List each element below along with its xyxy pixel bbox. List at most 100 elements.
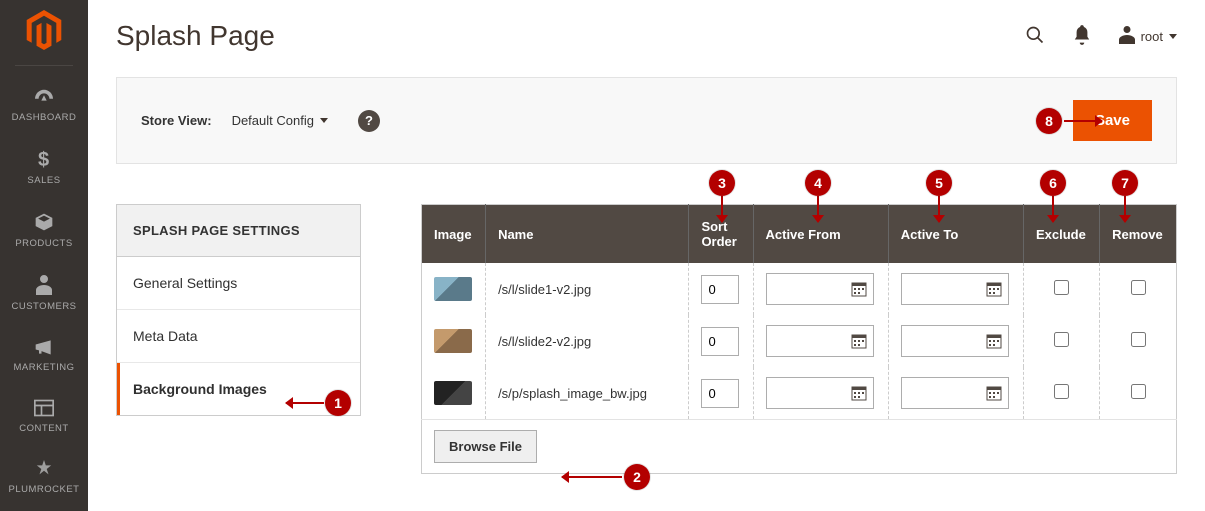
user-menu[interactable]: root [1119,26,1177,47]
image-thumbnail [434,277,472,301]
cell-name: /s/l/slide1-v2.jpg [486,263,689,315]
settings-panel-title: SPLASH PAGE SETTINGS [117,205,360,257]
caret-down-icon [1169,34,1177,39]
table-row: /s/p/splash_image_bw.jpg [422,367,1177,420]
th-from: Active From [753,205,888,264]
sidebar-label: DASHBOARD [12,112,77,123]
exclude-checkbox[interactable] [1054,280,1069,295]
sidebar-item-dashboard[interactable]: DASHBOARD [0,76,88,137]
sidebar-item-marketing[interactable]: MARKETING [0,326,88,387]
magento-logo-icon [24,10,64,50]
calendar-icon[interactable] [851,333,867,349]
active-from-input[interactable] [766,273,874,305]
annotation-5: 5 [926,170,952,196]
annotation-arrow-2 [562,476,622,478]
th-image: Image [422,205,486,264]
table-row: /s/l/slide2-v2.jpg [422,315,1177,367]
sidebar-item-plumrocket[interactable]: PLUMROCKET [0,448,88,509]
th-exclude: Exclude [1024,205,1100,264]
store-view-dropdown[interactable]: Default Config [232,113,328,128]
active-from-input[interactable] [766,325,874,357]
annotation-4: 4 [805,170,831,196]
annotation-arrow-4 [817,196,819,222]
main-content: Splash Page root Store View: Default Con… [88,0,1205,474]
dollar-icon: $ [0,149,88,169]
calendar-icon[interactable] [851,281,867,297]
annotation-7: 7 [1112,170,1138,196]
sidebar-label: PRODUCTS [15,238,72,249]
sidebar-label: MARKETING [14,362,75,373]
dashboard-icon [0,88,88,106]
help-icon[interactable]: ? [358,110,380,132]
store-view-label: Store View: [141,113,212,128]
remove-checkbox[interactable] [1131,384,1146,399]
th-name: Name [486,205,689,264]
box-icon [0,212,88,232]
sidebar-item-products[interactable]: PRODUCTS [0,200,88,263]
annotation-1: 1 [325,390,351,416]
calendar-icon[interactable] [986,281,1002,297]
image-thumbnail [434,381,472,405]
sidebar-label: PLUMROCKET [9,484,80,495]
annotation-3: 3 [709,170,735,196]
exclude-checkbox[interactable] [1054,384,1069,399]
search-icon[interactable] [1025,25,1045,48]
active-to-input[interactable] [901,325,1009,357]
calendar-icon[interactable] [986,385,1002,401]
admin-sidebar: DASHBOARD $ SALES PRODUCTS CUSTOMERS MAR… [0,0,88,511]
annotation-arrow-3 [721,196,723,222]
image-thumbnail [434,329,472,353]
user-name: root [1141,29,1163,44]
sort-order-input[interactable] [701,327,739,356]
images-table-area: Image Name Sort Order Active From Active… [421,204,1177,474]
active-to-input[interactable] [901,377,1009,409]
annotation-arrow-6 [1052,196,1054,222]
sidebar-item-sales[interactable]: $ SALES [0,137,88,200]
bell-icon[interactable] [1073,25,1091,48]
page-title: Splash Page [116,20,275,52]
th-to: Active To [888,205,1023,264]
sidebar-label: CONTENT [19,423,68,434]
remove-checkbox[interactable] [1131,332,1146,347]
megaphone-icon [0,338,88,356]
annotation-arrow-1 [286,402,324,404]
cell-name: /s/l/slide2-v2.jpg [486,315,689,367]
user-icon [1119,26,1135,47]
sidebar-item-content[interactable]: CONTENT [0,387,88,448]
sort-order-input[interactable] [701,379,739,408]
annotation-arrow-8 [1064,120,1102,122]
toolbar: Store View: Default Config ? Save [116,77,1177,164]
layout-icon [0,399,88,417]
annotation-arrow-5 [938,196,940,222]
remove-checkbox[interactable] [1131,280,1146,295]
page-header: Splash Page root [116,20,1177,52]
settings-item-background[interactable]: Background Images [117,363,360,415]
active-from-input[interactable] [766,377,874,409]
annotation-arrow-7 [1124,196,1126,222]
table-row: /s/l/slide1-v2.jpg [422,263,1177,315]
sidebar-label: CUSTOMERS [11,301,76,312]
settings-item-general[interactable]: General Settings [117,257,360,310]
browse-file-button[interactable]: Browse File [434,430,537,463]
sidebar-label: SALES [27,175,60,186]
caret-down-icon [320,118,328,123]
settings-panel: SPLASH PAGE SETTINGS General Settings Me… [116,204,361,416]
sidebar-item-customers[interactable]: CUSTOMERS [0,263,88,326]
images-table: Image Name Sort Order Active From Active… [421,204,1177,474]
active-to-input[interactable] [901,273,1009,305]
settings-item-meta[interactable]: Meta Data [117,310,360,363]
table-footer: Browse File [422,420,1177,474]
person-icon [0,275,88,295]
header-actions: root [1025,25,1177,48]
cell-name: /s/p/splash_image_bw.jpg [486,367,689,420]
svg-text:$: $ [38,149,50,169]
annotation-8: 8 [1036,108,1062,134]
annotation-2: 2 [624,464,650,490]
th-remove: Remove [1100,205,1177,264]
exclude-checkbox[interactable] [1054,332,1069,347]
calendar-icon[interactable] [851,385,867,401]
plumrocket-icon [0,460,88,478]
sort-order-input[interactable] [701,275,739,304]
annotation-6: 6 [1040,170,1066,196]
calendar-icon[interactable] [986,333,1002,349]
